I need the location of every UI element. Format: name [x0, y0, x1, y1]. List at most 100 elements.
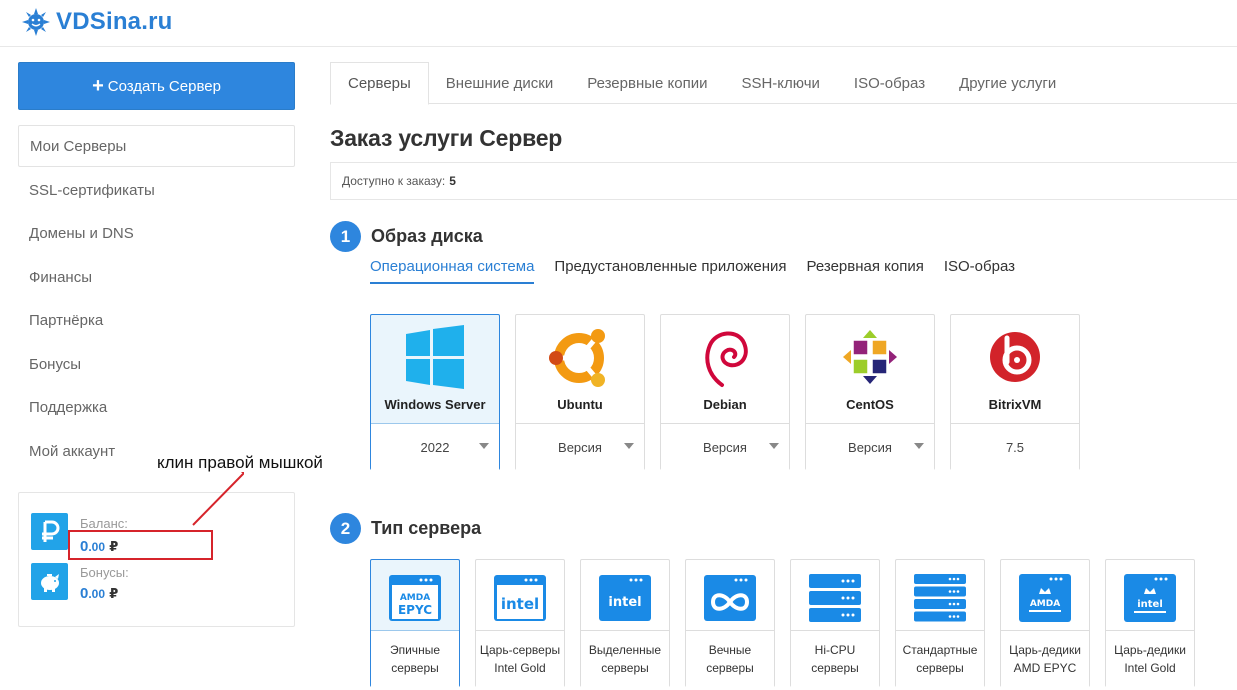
chevron-down-icon — [769, 443, 779, 449]
os-name: Ubuntu — [557, 397, 603, 412]
svg-text:intel: intel — [608, 595, 641, 610]
os-name: CentOS — [846, 397, 894, 412]
os-card-centos[interactable]: CentOS Версия — [805, 314, 935, 470]
available-value: 5 — [449, 174, 456, 188]
svg-text:AMDA: AMDA — [400, 593, 430, 603]
server-type-hi-cpu[interactable]: Hi-CPU серверы — [790, 559, 880, 687]
step-number: 1 — [330, 221, 361, 252]
logo-text: VDSina.ru — [56, 8, 173, 35]
create-server-label: Создать Сервер — [107, 77, 221, 95]
os-version-select[interactable]: Версия — [516, 423, 644, 470]
intel-dedicated-icon: intel — [599, 575, 651, 621]
available-label: Доступно к заказу: — [342, 174, 446, 188]
server-type-crown-intel[interactable]: intel Царь-дедики Intel Gold — [1105, 559, 1195, 687]
sidebar-item-support[interactable]: Поддержка — [18, 386, 295, 430]
step-title: Тип сервера — [371, 518, 482, 538]
os-version-value-box: 7.5 — [951, 423, 1079, 470]
sidebar-item-ssl[interactable]: SSL-сертификаты — [18, 169, 295, 213]
server-type-label: Царь-дедики Intel Gold — [1106, 630, 1194, 687]
os-card-debian[interactable]: Debian Версия — [660, 314, 790, 470]
sidebar-item-label: Финансы — [29, 268, 92, 286]
tab-servers[interactable]: Серверы — [330, 62, 429, 105]
subtab-os[interactable]: Операционная система — [370, 252, 535, 284]
tab-backups[interactable]: Резервные копии — [570, 62, 724, 104]
server-type-label: Царь-дедики AMD EPYC — [1001, 630, 1089, 687]
server-type-crown-amd[interactable]: AMDA Царь-дедики AMD EPYC — [1000, 559, 1090, 687]
create-server-button[interactable]: + Создать Сервер — [18, 62, 295, 110]
sidebar-item-my-servers[interactable]: Мои Серверы — [18, 125, 295, 167]
server-type-label: Выделенные серверы — [581, 630, 669, 687]
sidebar-item-domains[interactable]: Домены и DNS — [18, 212, 295, 256]
os-version-value: Версия — [703, 439, 747, 455]
crown-amd-icon: AMDA — [1019, 574, 1071, 622]
os-version-value: 7.5 — [1005, 439, 1025, 455]
balance-label: Баланс: — [80, 516, 128, 531]
debian-icon — [705, 331, 748, 387]
bonuses-label: Бонусы: — [80, 565, 129, 580]
image-subtabs: Операционная система Предустановленные п… — [370, 252, 1035, 284]
sidebar-item-label: Домены и DNS — [29, 225, 134, 243]
annotation-highlight-box — [68, 530, 213, 560]
step-title: Образ диска — [371, 226, 483, 246]
crown-intel-icon: intel — [1124, 574, 1176, 622]
svg-text:intel: intel — [1137, 599, 1163, 610]
sidebar-item-label: Бонусы — [29, 355, 82, 373]
sidebar-item-bonuses[interactable]: Бонусы — [18, 343, 295, 387]
server-type-standard[interactable]: Стандартные серверы — [895, 559, 985, 687]
sidebar-item-partner[interactable]: Партнёрка — [18, 299, 295, 343]
server-type-label: Hi-CPU серверы — [791, 630, 879, 687]
page-title: Заказ услуги Сервер — [330, 125, 563, 151]
subtab-preinstalled-apps[interactable]: Предустановленные приложения — [554, 252, 786, 284]
os-card-bitrix[interactable]: BitrixVM 7.5 — [950, 314, 1080, 470]
sidebar-item-finance[interactable]: Финансы — [18, 256, 295, 300]
subtab-iso[interactable]: ISO-образ — [944, 252, 1015, 284]
server-type-label: Стандартные серверы — [896, 630, 984, 687]
windows-icon — [406, 325, 464, 389]
intel-gold-icon: intel — [494, 575, 546, 621]
piggy-bank-icon — [31, 563, 68, 600]
os-name: Windows Server — [384, 397, 486, 412]
os-name: BitrixVM — [988, 397, 1042, 412]
server-type-label: Царь-серверы Intel Gold — [476, 630, 564, 687]
logo[interactable]: VDSina.ru — [22, 8, 173, 36]
top-bar: VDSina.ru — [0, 0, 1237, 47]
os-card-ubuntu[interactable]: Ubuntu Версия — [515, 314, 645, 470]
sidebar-item-label: Партнёрка — [29, 312, 104, 330]
os-name: Debian — [703, 397, 747, 412]
server-type-eternal[interactable]: Вечные серверы — [685, 559, 775, 687]
os-version-select[interactable]: 2022 — [371, 423, 499, 470]
step-server-type: 2 Тип сервера — [330, 513, 481, 544]
sidebar-item-label: Мои Серверы — [30, 137, 127, 155]
standard-server-icon — [914, 574, 966, 622]
server-type-dedicated[interactable]: intel Выделенные серверы — [580, 559, 670, 687]
chevron-down-icon — [624, 443, 634, 449]
sidebar-item-label: SSL-сертификаты — [29, 181, 155, 199]
centos-icon — [843, 330, 897, 384]
tab-ssh-keys[interactable]: SSH-ключи — [724, 62, 836, 104]
server-type-label: Вечные серверы — [686, 630, 774, 687]
server-type-epyc[interactable]: AMDA EPYC Эпичные серверы — [370, 559, 460, 687]
os-version-value: Версия — [848, 439, 892, 455]
server-type-label: Эпичные серверы — [371, 630, 459, 687]
tab-other-services[interactable]: Другие услуги — [942, 62, 1073, 104]
os-version-select[interactable]: Версия — [661, 423, 789, 470]
svg-text:intel: intel — [501, 595, 539, 613]
ruble-icon — [31, 513, 68, 550]
subtab-backup[interactable]: Резервная копия — [807, 252, 924, 284]
tab-iso[interactable]: ISO-образ — [837, 62, 942, 104]
os-version-select[interactable]: Версия — [806, 423, 934, 470]
os-card-windows[interactable]: Windows Server 2022 — [370, 314, 500, 470]
bitrix-icon — [990, 332, 1040, 382]
chevron-down-icon — [479, 443, 489, 449]
chevron-down-icon — [914, 443, 924, 449]
tab-external-disks[interactable]: Внешние диски — [429, 62, 570, 104]
sun-logo-icon — [22, 8, 50, 36]
main-tabs: Серверы Внешние диски Резервные копии SS… — [330, 62, 1237, 105]
os-version-value: 2022 — [420, 439, 450, 455]
bonuses-value: 0.00 ₽ — [80, 585, 119, 602]
step-disk-image: 1 Образ диска — [330, 221, 483, 252]
sidebar-item-label: Поддержка — [29, 399, 108, 417]
svg-text:EPYC: EPYC — [398, 603, 432, 617]
infinity-icon — [704, 575, 756, 621]
server-type-intel-gold[interactable]: intel Царь-серверы Intel Gold — [475, 559, 565, 687]
